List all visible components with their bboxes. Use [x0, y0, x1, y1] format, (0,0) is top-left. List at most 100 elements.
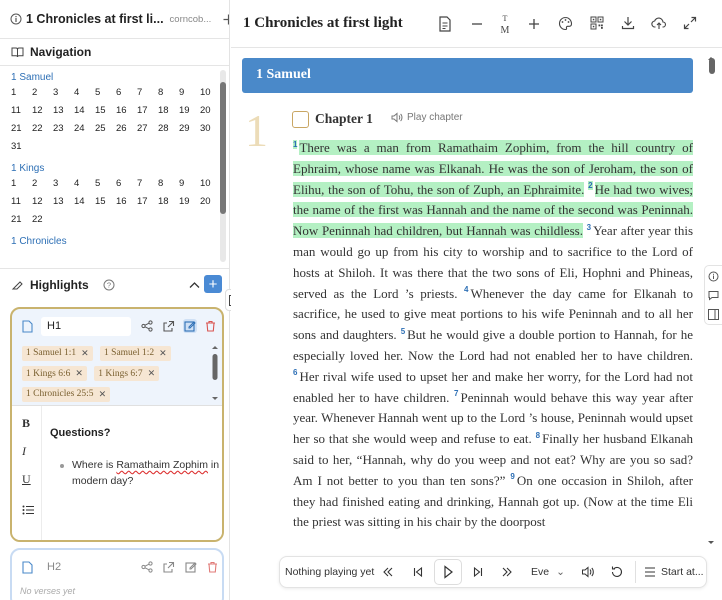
comment-icon[interactable] [708, 290, 719, 301]
share-icon[interactable] [141, 320, 153, 332]
chapter-link[interactable]: 4 [74, 175, 95, 193]
chapter-link[interactable]: 25 [95, 120, 116, 138]
verse-tag[interactable]: 1 Samuel 1:1 ✕ [22, 345, 93, 361]
trash-icon[interactable] [207, 561, 218, 573]
chapter-link[interactable]: 27 [137, 120, 158, 138]
note-editor[interactable]: B I U Questions? Where is Ramathaim Zoph… [12, 405, 222, 540]
chapter-link[interactable]: 2 [32, 175, 53, 193]
misspelled-word[interactable]: Ramathaim Zophim [116, 459, 208, 471]
chapter-checkbox[interactable] [292, 111, 309, 128]
chapter-link[interactable]: 5 [95, 175, 116, 193]
expand-fullscreen-icon[interactable] [683, 16, 699, 32]
zoom-in-plus-icon[interactable] [527, 16, 543, 32]
skip-back-double-chevron-icon[interactable] [381, 565, 395, 579]
book-link-1-samuel[interactable]: 1 Samuel [11, 72, 218, 83]
panel-toggle-icon[interactable] [708, 309, 719, 320]
replay-icon[interactable] [610, 565, 624, 579]
skip-forward-double-chevron-icon[interactable] [500, 565, 514, 579]
add-highlight-button[interactable]: + [204, 275, 222, 293]
verse-tag[interactable]: 1 Kings 6:6 ✕ [22, 366, 87, 381]
verse-number[interactable]: 7 [454, 389, 458, 398]
chapter-link[interactable]: 17 [137, 193, 158, 211]
chapter-link[interactable]: 9 [179, 175, 200, 193]
remove-tag-icon[interactable]: ✕ [159, 348, 167, 359]
italic-button[interactable]: I [22, 444, 26, 459]
highlight-name-input[interactable] [41, 316, 131, 336]
open-external-icon[interactable] [163, 561, 175, 573]
book-link-1-kings[interactable]: 1 Kings [11, 163, 218, 174]
tags-scroll-track[interactable] [211, 345, 219, 401]
chapter-link[interactable]: 21 [11, 120, 32, 138]
chapter-link[interactable]: 20 [200, 102, 218, 120]
chapter-link[interactable]: 17 [137, 102, 158, 120]
zoom-out-minus-icon[interactable] [470, 16, 486, 32]
chapter-link[interactable]: 22 [32, 211, 53, 229]
chapter-link[interactable]: 23 [53, 120, 74, 138]
chapter-link[interactable]: 21 [11, 211, 32, 229]
chapter-link[interactable]: 1 [11, 175, 32, 193]
document-tab[interactable]: 1 Chronicles at first li... corncob... [0, 0, 229, 39]
chapter-link[interactable]: 24 [74, 120, 95, 138]
chapter-link[interactable]: 5 [95, 84, 116, 102]
chapter-link[interactable]: 28 [158, 120, 179, 138]
chapter-link[interactable]: 26 [116, 120, 137, 138]
chapter-link[interactable]: 10 [200, 175, 218, 193]
chapter-link[interactable]: 20 [200, 193, 218, 211]
edit-note-icon[interactable] [185, 561, 197, 573]
verse-number[interactable]: 4 [464, 285, 468, 294]
verse-number[interactable]: 2 [588, 181, 593, 191]
chapter-link[interactable]: 1 [11, 84, 32, 102]
chapter-link[interactable]: 18 [158, 193, 179, 211]
navigation-header[interactable]: Navigation [0, 39, 229, 66]
chapter-link[interactable]: 3 [53, 84, 74, 102]
qr-code-icon[interactable] [590, 16, 606, 32]
chapter-link[interactable]: 16 [116, 193, 137, 211]
chapter-link[interactable]: 8 [158, 84, 179, 102]
remove-tag-icon[interactable]: ✕ [99, 389, 107, 400]
verse-number[interactable]: 9 [510, 472, 514, 481]
chapter-link[interactable]: 19 [179, 193, 200, 211]
chapter-link[interactable]: 12 [32, 102, 53, 120]
start-at-button[interactable]: Start at... [661, 566, 704, 578]
play-button[interactable] [434, 559, 462, 585]
highlights-header[interactable]: Highlights ? [0, 268, 229, 300]
chapter-link[interactable]: 13 [53, 102, 74, 120]
chapter-link[interactable]: 6 [116, 84, 137, 102]
chapter-link[interactable]: 19 [179, 102, 200, 120]
chapter-link[interactable]: 11 [11, 102, 32, 120]
help-icon[interactable]: ? [103, 279, 115, 291]
chapter-link[interactable]: 6 [116, 175, 137, 193]
chapter-link[interactable]: 16 [116, 102, 137, 120]
highlight-name-input[interactable] [41, 557, 131, 577]
previous-track-icon[interactable] [411, 565, 425, 579]
chapter-link[interactable]: 7 [137, 84, 158, 102]
play-chapter-button[interactable]: Play chapter [391, 112, 463, 123]
bullet-list-icon[interactable] [22, 505, 34, 515]
underline-button[interactable]: U [22, 472, 31, 487]
reader-scrollbar-thumb[interactable] [709, 58, 715, 74]
chapter-link[interactable]: 7 [137, 175, 158, 193]
chapter-link[interactable]: 2 [32, 84, 53, 102]
chapter-link[interactable]: 30 [200, 120, 218, 138]
chapter-link[interactable]: 3 [53, 175, 74, 193]
download-icon[interactable] [621, 16, 637, 32]
cloud-upload-icon[interactable] [651, 16, 667, 32]
new-tab-plus-icon[interactable] [223, 14, 229, 25]
chapter-link[interactable]: 14 [74, 193, 95, 211]
document-view-icon[interactable] [438, 16, 454, 32]
chapter-link[interactable]: 9 [179, 84, 200, 102]
font-size-icon[interactable]: TM [498, 13, 512, 35]
verse-tag[interactable]: 1 Chronicles 25:5 ✕ [22, 386, 111, 402]
chapter-link[interactable]: 15 [95, 193, 116, 211]
chapter-link[interactable]: 10 [200, 84, 218, 102]
book-link-1-chronicles[interactable]: 1 Chronicles [11, 236, 218, 247]
chapter-link[interactable]: 13 [53, 193, 74, 211]
info-icon[interactable] [10, 13, 22, 25]
chapter-link[interactable]: 8 [158, 175, 179, 193]
palette-icon[interactable] [558, 16, 574, 32]
chapter-link[interactable]: 15 [95, 102, 116, 120]
chapter-link[interactable]: 18 [158, 102, 179, 120]
share-icon[interactable] [141, 561, 153, 573]
chapter-link[interactable]: 4 [74, 84, 95, 102]
chapter-link[interactable]: 22 [32, 120, 53, 138]
